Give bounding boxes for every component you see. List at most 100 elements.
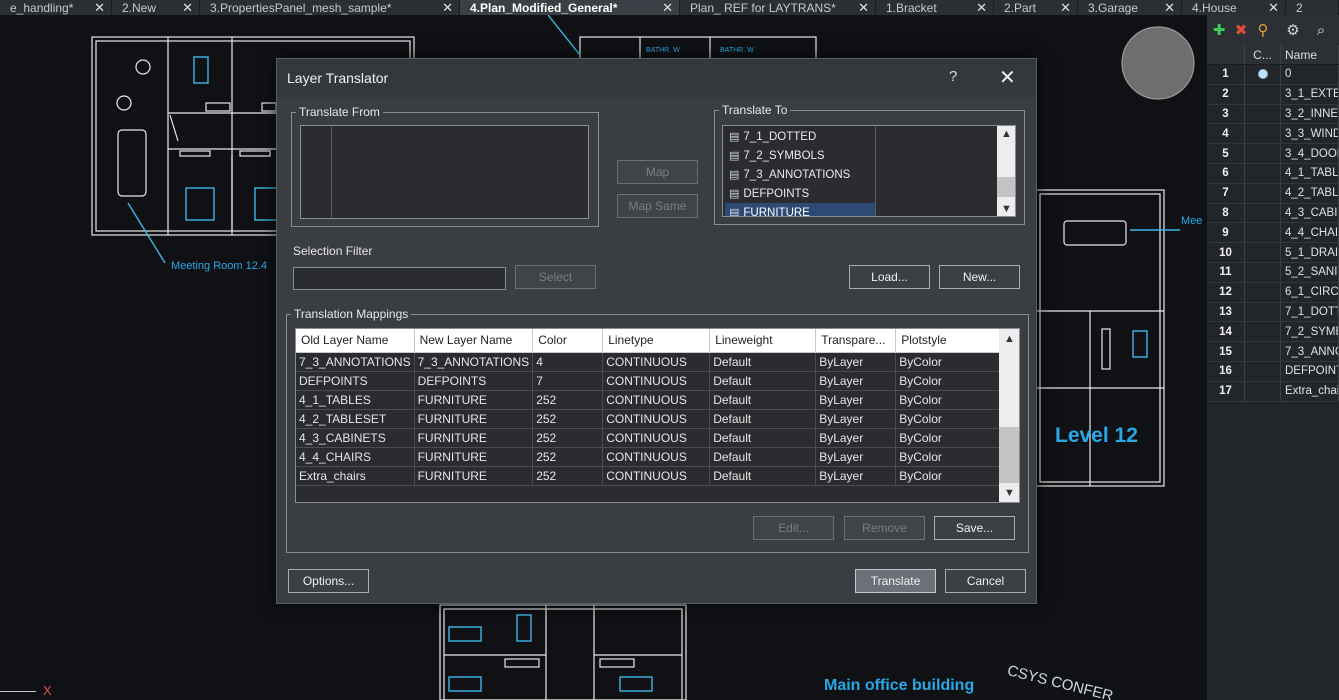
scroll-thumb[interactable] bbox=[997, 177, 1015, 197]
scroll-up-icon[interactable]: ▲ bbox=[997, 126, 1015, 142]
layer-row[interactable]: 12 6_1_CIRCU bbox=[1207, 282, 1339, 303]
layer-name-header[interactable]: Name bbox=[1281, 45, 1339, 64]
layer-row[interactable]: 4 3_3_WIND bbox=[1207, 124, 1339, 145]
document-tab[interactable]: 2 bbox=[1286, 0, 1339, 15]
document-tab[interactable]: e_handling* ✕ bbox=[0, 0, 112, 15]
map-same-button[interactable]: Map Same bbox=[617, 194, 698, 218]
close-tab-icon[interactable]: ✕ bbox=[182, 1, 193, 14]
scroll-up-icon[interactable]: ▲ bbox=[999, 331, 1019, 347]
map-button[interactable]: Map bbox=[617, 160, 698, 184]
layer-current-cell[interactable] bbox=[1245, 144, 1281, 163]
mapping-row[interactable]: 4_3_CABINETS FURNITURE 252 CONTINUOUS Defaul… bbox=[296, 428, 1003, 448]
layer-row[interactable]: 11 5_2_SANIT bbox=[1207, 262, 1339, 283]
layer-current-cell[interactable] bbox=[1245, 381, 1281, 401]
close-tab-icon[interactable]: ✕ bbox=[1268, 1, 1279, 14]
translate-from-list[interactable] bbox=[300, 125, 589, 219]
layer-current-cell[interactable] bbox=[1245, 84, 1281, 104]
document-tab[interactable]: 2.Part ✕ bbox=[994, 0, 1078, 15]
layer-row[interactable]: 9 4_4_CHAIR bbox=[1207, 223, 1339, 244]
layer-row[interactable]: 8 4_3_CABIN bbox=[1207, 203, 1339, 224]
mappings-column-header[interactable]: New Layer Name bbox=[414, 329, 534, 353]
document-tab[interactable]: 4.Plan_Modified_General* ✕ bbox=[460, 0, 680, 15]
delete-layer-icon[interactable]: ✖ bbox=[1233, 21, 1249, 39]
layer-current-cell[interactable] bbox=[1245, 223, 1281, 243]
layer-current-cell[interactable] bbox=[1245, 282, 1281, 302]
translate-to-item[interactable]: ▤ DEFPOINTS bbox=[725, 184, 875, 203]
options-button[interactable]: Options... bbox=[288, 569, 369, 593]
translate-to-item[interactable]: ▤ 7_3_ANNOTATIONS bbox=[725, 165, 875, 184]
remove-button[interactable]: Remove bbox=[844, 516, 925, 540]
close-tab-icon[interactable]: ✕ bbox=[858, 1, 869, 14]
layer-current-cell[interactable] bbox=[1245, 361, 1281, 381]
close-tab-icon[interactable]: ✕ bbox=[94, 1, 105, 14]
document-tab[interactable]: Plan_ REF for LAYTRANS* ✕ bbox=[680, 0, 876, 15]
mappings-column-header[interactable]: Lineweight bbox=[709, 329, 817, 353]
translate-to-scrollbar[interactable]: ▲ ▼ bbox=[997, 126, 1015, 216]
close-tab-icon[interactable]: ✕ bbox=[1060, 1, 1071, 14]
new-button[interactable]: New... bbox=[939, 265, 1020, 289]
layer-row[interactable]: 7 4_2_TABL bbox=[1207, 183, 1339, 204]
layer-row[interactable]: 5 3_4_DOOR bbox=[1207, 144, 1339, 164]
search-icon[interactable]: ⌕ bbox=[1313, 22, 1329, 39]
close-tab-icon[interactable]: ✕ bbox=[662, 1, 673, 14]
load-button[interactable]: Load... bbox=[849, 265, 930, 289]
scroll-down-icon[interactable]: ▼ bbox=[997, 201, 1015, 216]
translate-to-item[interactable]: ▤ 7_1_DOTTED bbox=[725, 127, 875, 146]
mappings-column-header[interactable]: Plotstyle bbox=[895, 329, 1003, 353]
save-button[interactable]: Save... bbox=[934, 516, 1015, 540]
selection-filter-input[interactable] bbox=[293, 267, 506, 290]
scroll-thumb[interactable] bbox=[999, 427, 1019, 483]
mappings-scrollbar[interactable]: ▲ ▼ bbox=[999, 329, 1019, 502]
layer-current-cell[interactable] bbox=[1245, 183, 1281, 203]
document-tab[interactable]: 1.Bracket ✕ bbox=[876, 0, 994, 15]
mapping-row[interactable]: 4_1_TABLES FURNITURE 252 CONTINUOUS Default B… bbox=[296, 390, 1003, 410]
close-icon[interactable]: ✕ bbox=[999, 65, 1016, 90]
layer-row[interactable]: 6 4_1_TABL bbox=[1207, 163, 1339, 184]
close-tab-icon[interactable]: ✕ bbox=[442, 1, 453, 14]
add-layer-icon[interactable]: ✚ bbox=[1211, 21, 1227, 39]
mappings-column-header[interactable]: Old Layer Name bbox=[296, 329, 415, 353]
mappings-column-header[interactable]: Transpare... bbox=[815, 329, 897, 353]
layer-current-cell[interactable] bbox=[1245, 342, 1281, 361]
translate-button[interactable]: Translate bbox=[855, 569, 936, 593]
layer-current-cell[interactable] bbox=[1245, 302, 1281, 322]
layer-current-cell[interactable] bbox=[1245, 322, 1281, 342]
document-tab[interactable]: 3.Garage ✕ bbox=[1078, 0, 1182, 15]
sweep-icon[interactable]: ⚲ bbox=[1255, 21, 1271, 39]
layer-row[interactable]: 14 7_2_SYMB bbox=[1207, 322, 1339, 343]
document-tab[interactable]: 3.PropertiesPanel_mesh_sample* ✕ bbox=[200, 0, 460, 15]
edit-button[interactable]: Edit... bbox=[753, 516, 834, 540]
mappings-column-header[interactable]: Color bbox=[532, 329, 604, 353]
layer-row[interactable]: 16 DEFPOINTS bbox=[1207, 361, 1339, 382]
layer-current-cell[interactable] bbox=[1245, 203, 1281, 223]
translate-to-item[interactable]: ▤ 7_2_SYMBOLS bbox=[725, 146, 875, 165]
select-button[interactable]: Select bbox=[515, 265, 596, 289]
help-icon[interactable]: ? bbox=[949, 68, 957, 85]
layer-row[interactable]: 10 bbox=[1207, 65, 1339, 85]
layer-current-cell[interactable] bbox=[1245, 163, 1281, 183]
scroll-down-icon[interactable]: ▼ bbox=[999, 485, 1019, 501]
settings-icon[interactable]: ⚙ bbox=[1285, 21, 1301, 39]
mapping-row[interactable]: 4_4_CHAIRS FURNITURE 252 CONTINUOUS Default B… bbox=[296, 447, 1003, 467]
cancel-button[interactable]: Cancel bbox=[945, 569, 1026, 593]
close-tab-icon[interactable]: ✕ bbox=[1164, 1, 1175, 14]
translation-mappings-table[interactable]: Old Layer Name New Layer Name Color Linetyp… bbox=[295, 328, 1020, 503]
mapping-row[interactable]: DEFPOINTS DEFPOINTS 7 CONTINUOUS Default ByLa… bbox=[296, 371, 1003, 391]
close-tab-icon[interactable]: ✕ bbox=[976, 1, 987, 14]
layer-current-cell[interactable] bbox=[1245, 262, 1281, 282]
layer-current-cell[interactable] bbox=[1245, 65, 1281, 84]
layer-row[interactable]: 10 5_1_DRAIN bbox=[1207, 243, 1339, 263]
layer-row[interactable]: 2 3_1_EXTER bbox=[1207, 84, 1339, 105]
layer-row[interactable]: 13 7_1_DOTT bbox=[1207, 302, 1339, 323]
layer-current-cell[interactable] bbox=[1245, 104, 1281, 124]
document-tab[interactable]: 2.New ✕ bbox=[112, 0, 200, 15]
mapping-row[interactable]: 7_3_ANNOTATIONS 7_3_ANNOTATIONS 4 CONTINUOU… bbox=[296, 352, 1003, 372]
document-tab[interactable]: 4.House ✕ bbox=[1182, 0, 1286, 15]
layer-current-cell[interactable] bbox=[1245, 243, 1281, 262]
layer-row[interactable]: 3 3_2_INNER bbox=[1207, 104, 1339, 125]
layer-row[interactable]: 15 7_3_ANNO bbox=[1207, 342, 1339, 362]
layer-row[interactable]: 17 Extra_chai bbox=[1207, 381, 1339, 402]
mapping-row[interactable]: Extra_chairs FURNITURE 252 CONTINUOUS Defaul… bbox=[296, 466, 1003, 486]
layer-current-cell[interactable] bbox=[1245, 124, 1281, 144]
translate-to-list[interactable]: ▤ 7_1_DOTTED ▤ 7_2_SYMBOLS ▤ 7_3_ANNOTATIONS ▤… bbox=[722, 125, 1016, 217]
